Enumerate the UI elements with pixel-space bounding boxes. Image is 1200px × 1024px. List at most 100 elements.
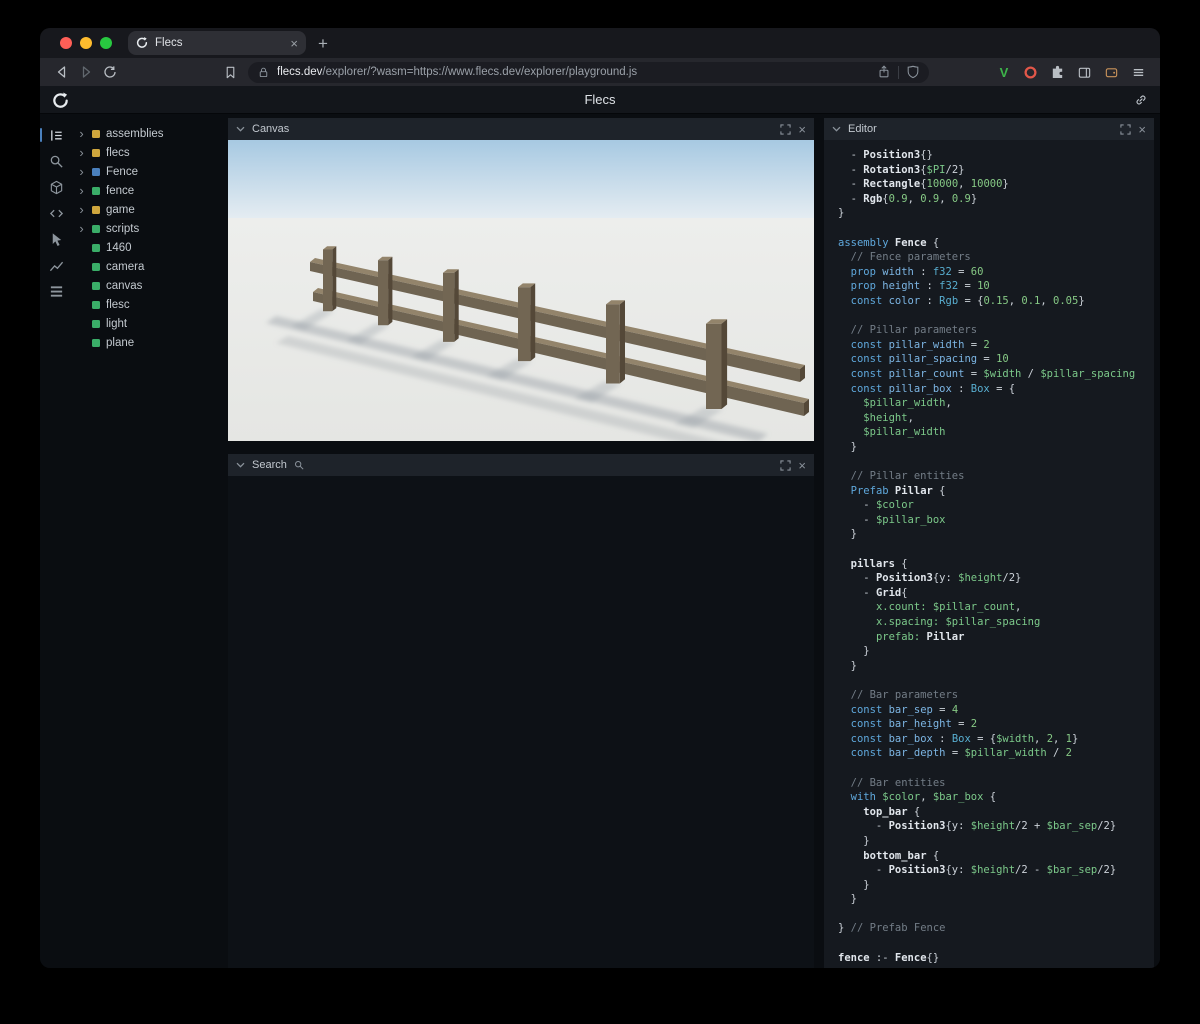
- close-panel-icon[interactable]: ×: [798, 459, 806, 472]
- expand-arrow-icon[interactable]: ›: [77, 222, 86, 235]
- reload-icon[interactable]: [98, 61, 122, 83]
- tab-close-icon[interactable]: ×: [290, 37, 298, 50]
- editor-panel-header: Editor ×: [824, 118, 1154, 140]
- tree-item-camera[interactable]: camera: [72, 257, 222, 276]
- sidebar-code-icon[interactable]: [43, 200, 69, 226]
- collapse-chevron-icon[interactable]: [236, 462, 245, 468]
- expand-arrow-icon[interactable]: ›: [77, 184, 86, 197]
- code-line: // Bar parameters: [838, 688, 1154, 703]
- sidebar-search-icon[interactable]: [43, 148, 69, 174]
- code-line: [838, 221, 1154, 236]
- tree-item-label: light: [106, 318, 127, 330]
- tree-item-Fence[interactable]: › Fence: [72, 162, 222, 181]
- code-line: const bar_box : Box = {$width, 2, 1}: [838, 732, 1154, 747]
- expand-arrow-icon[interactable]: ›: [77, 146, 86, 159]
- entity-kind-square: [92, 244, 100, 252]
- code-line: - $color: [838, 498, 1154, 513]
- bookmark-icon[interactable]: [218, 61, 242, 83]
- code-line: [838, 907, 1154, 922]
- expand-arrow-icon[interactable]: ›: [77, 127, 86, 140]
- tree-item-label: flecs: [106, 147, 130, 159]
- browser-toolbar: flecs.dev/explorer/?wasm=https://www.fle…: [40, 58, 1160, 86]
- collapse-chevron-icon[interactable]: [832, 126, 841, 132]
- close-panel-icon[interactable]: ×: [1138, 123, 1146, 136]
- extensions-puzzle-icon[interactable]: [1045, 61, 1069, 83]
- code-editor[interactable]: - Position3{} - Rotation3{$PI/2} - Recta…: [824, 140, 1154, 968]
- code-line: // Fence parameters: [838, 250, 1154, 265]
- code-line: - Position3{y: $height/2}: [838, 571, 1154, 586]
- url-bar[interactable]: flecs.dev/explorer/?wasm=https://www.fle…: [248, 62, 929, 83]
- tree-item-flesc[interactable]: flesc: [72, 295, 222, 314]
- menu-hamburger-icon[interactable]: [1126, 61, 1150, 83]
- entity-kind-square: [92, 263, 100, 271]
- tree-item-game[interactable]: › game: [72, 200, 222, 219]
- back-icon[interactable]: [50, 61, 74, 83]
- tree-item-label: flesc: [106, 299, 130, 311]
- forward-icon[interactable]: [74, 61, 98, 83]
- sidebar-cursor-icon[interactable]: [43, 226, 69, 252]
- sidebar-table-icon[interactable]: [43, 278, 69, 304]
- expand-arrow-icon[interactable]: ›: [77, 203, 86, 216]
- code-line: - Grid{: [838, 586, 1154, 601]
- wallet-icon[interactable]: [1099, 61, 1123, 83]
- tree-item-scripts[interactable]: › scripts: [72, 219, 222, 238]
- code-line: // Pillar entities: [838, 469, 1154, 484]
- code-line: const bar_sep = 4: [838, 703, 1154, 718]
- code-line: top_bar {: [838, 805, 1154, 820]
- zoom-window-button[interactable]: [100, 37, 112, 49]
- tree-item-label: scripts: [106, 223, 139, 235]
- entity-kind-square: [92, 168, 100, 176]
- code-line: prop height : f32 = 10: [838, 279, 1154, 294]
- sidebar-toggle-icon[interactable]: [1072, 61, 1096, 83]
- tree-item-canvas[interactable]: canvas: [72, 276, 222, 295]
- browser-window: Flecs × + flecs.dev/explorer/?wasm=https…: [40, 28, 1160, 968]
- expand-panel-icon[interactable]: [1120, 124, 1131, 135]
- code-line: assembly Fence {: [838, 236, 1154, 251]
- tree-item-fence[interactable]: ›fence: [72, 181, 222, 200]
- collapse-chevron-icon[interactable]: [236, 126, 245, 132]
- sidebar-cube-icon[interactable]: [43, 174, 69, 200]
- tree-item-label: game: [106, 204, 135, 216]
- v-extension-icon[interactable]: V: [993, 65, 1015, 80]
- close-panel-icon[interactable]: ×: [798, 123, 806, 136]
- expand-panel-icon[interactable]: [780, 124, 791, 135]
- code-line: - $pillar_box: [838, 513, 1154, 528]
- expand-panel-icon[interactable]: [780, 460, 791, 471]
- search-panel-title: Search: [252, 459, 287, 471]
- editor-panel-title: Editor: [848, 123, 877, 135]
- window-controls: [60, 37, 112, 49]
- entity-kind-square: [92, 130, 100, 138]
- share-icon[interactable]: [877, 65, 891, 79]
- url-domain: flecs.dev: [277, 66, 322, 78]
- share-link-icon[interactable]: [1134, 93, 1148, 107]
- search-icon: [294, 460, 304, 470]
- tree-item-1460[interactable]: 1460: [72, 238, 222, 257]
- code-line: x.spacing: $pillar_spacing: [838, 615, 1154, 630]
- brave-shield-icon[interactable]: [906, 65, 920, 79]
- tree-item-light[interactable]: light: [72, 314, 222, 333]
- code-line: - Position3{}: [838, 148, 1154, 163]
- minimize-window-button[interactable]: [80, 37, 92, 49]
- code-line: }: [838, 892, 1154, 907]
- entity-kind-square: [92, 282, 100, 290]
- browser-tab[interactable]: Flecs ×: [128, 31, 306, 55]
- tree-item-flecs[interactable]: › flecs: [72, 143, 222, 162]
- url-path: /explorer/?wasm=https://www.flecs.dev/ex…: [322, 66, 637, 78]
- sidebar-chart-icon[interactable]: [43, 252, 69, 278]
- tree-item-label: 1460: [106, 242, 132, 254]
- sidebar-tree-icon[interactable]: [43, 122, 69, 148]
- code-line: }: [838, 206, 1154, 221]
- 3d-viewport[interactable]: [228, 140, 814, 441]
- code-line: [838, 936, 1154, 951]
- code-line: - Rectangle{10000, 10000}: [838, 177, 1154, 192]
- tree-item-label: Fence: [106, 166, 138, 178]
- record-circle-icon[interactable]: [1018, 61, 1042, 83]
- expand-arrow-icon[interactable]: ›: [77, 165, 86, 178]
- code-line: }: [838, 659, 1154, 674]
- code-line: }: [838, 440, 1154, 455]
- url-bar-divider: [898, 66, 899, 79]
- close-window-button[interactable]: [60, 37, 72, 49]
- new-tab-button[interactable]: +: [318, 35, 328, 52]
- tree-item-assemblies[interactable]: ›assemblies: [72, 124, 222, 143]
- tree-item-plane[interactable]: plane: [72, 333, 222, 352]
